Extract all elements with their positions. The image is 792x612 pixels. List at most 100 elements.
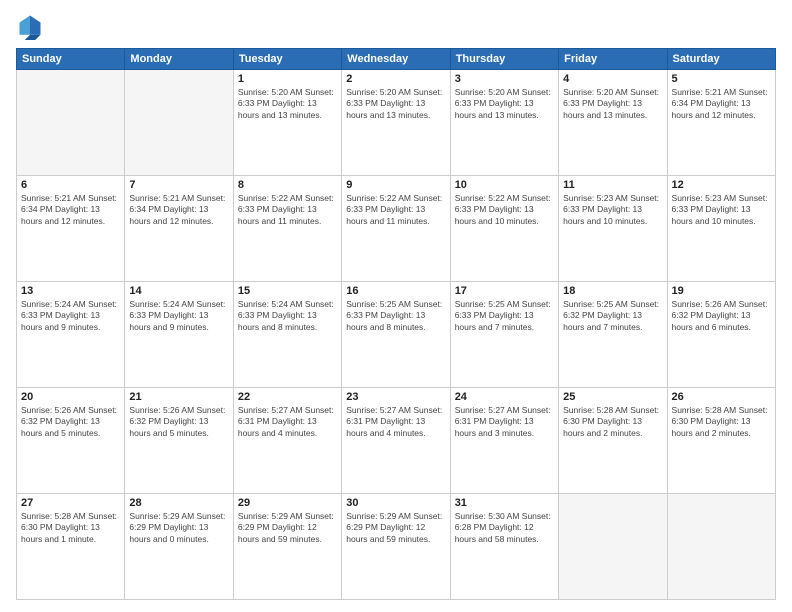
day-detail: Sunrise: 5:28 AM Sunset: 6:30 PM Dayligh… — [21, 511, 120, 545]
calendar-cell — [559, 494, 667, 600]
day-detail: Sunrise: 5:22 AM Sunset: 6:33 PM Dayligh… — [346, 193, 445, 227]
weekday-header: Saturday — [667, 49, 775, 70]
calendar-cell: 3 Sunrise: 5:20 AM Sunset: 6:33 PM Daylig… — [450, 70, 558, 176]
calendar-cell: 19 Sunrise: 5:26 AM Sunset: 6:32 PM Dayli… — [667, 282, 775, 388]
day-number: 4 — [563, 73, 662, 85]
calendar-cell: 12 Sunrise: 5:23 AM Sunset: 6:33 PM Dayli… — [667, 176, 775, 282]
calendar-cell: 11 Sunrise: 5:23 AM Sunset: 6:33 PM Dayli… — [559, 176, 667, 282]
day-number: 13 — [21, 285, 120, 297]
weekday-header: Sunday — [17, 49, 125, 70]
calendar-cell: 25 Sunrise: 5:28 AM Sunset: 6:30 PM Dayli… — [559, 388, 667, 494]
calendar-cell: 2 Sunrise: 5:20 AM Sunset: 6:33 PM Daylig… — [342, 70, 450, 176]
day-number: 10 — [455, 179, 554, 191]
calendar-cell: 22 Sunrise: 5:27 AM Sunset: 6:31 PM Dayli… — [233, 388, 341, 494]
calendar-cell: 31 Sunrise: 5:30 AM Sunset: 6:28 PM Dayli… — [450, 494, 558, 600]
day-number: 16 — [346, 285, 445, 297]
logo-icon — [16, 12, 44, 40]
day-detail: Sunrise: 5:27 AM Sunset: 6:31 PM Dayligh… — [346, 405, 445, 439]
day-number: 7 — [129, 179, 228, 191]
calendar-cell: 20Sunrise: 5:26 AM Sunset: 6:32 PM Dayli… — [17, 388, 125, 494]
calendar-week-row: 6 Sunrise: 5:21 AM Sunset: 6:34 PM Daylig… — [17, 176, 776, 282]
day-detail: Sunrise: 5:30 AM Sunset: 6:28 PM Dayligh… — [455, 511, 554, 545]
day-number: 20 — [21, 391, 120, 403]
weekday-header: Friday — [559, 49, 667, 70]
calendar-cell: 6 Sunrise: 5:21 AM Sunset: 6:34 PM Daylig… — [17, 176, 125, 282]
day-detail: Sunrise: 5:23 AM Sunset: 6:33 PM Dayligh… — [563, 193, 662, 227]
calendar-table: SundayMondayTuesdayWednesdayThursdayFrid… — [16, 48, 776, 600]
calendar-cell: 17 Sunrise: 5:25 AM Sunset: 6:33 PM Dayli… — [450, 282, 558, 388]
calendar-cell: 1Sunrise: 5:20 AM Sunset: 6:33 PM Daylig… — [233, 70, 341, 176]
day-number: 17 — [455, 285, 554, 297]
calendar-cell: 24Sunrise: 5:27 AM Sunset: 6:31 PM Dayli… — [450, 388, 558, 494]
calendar-week-row: 13 Sunrise: 5:24 AM Sunset: 6:33 PM Dayli… — [17, 282, 776, 388]
calendar-week-row: 20Sunrise: 5:26 AM Sunset: 6:32 PM Dayli… — [17, 388, 776, 494]
day-detail: Sunrise: 5:25 AM Sunset: 6:33 PM Dayligh… — [346, 299, 445, 333]
day-number: 27 — [21, 497, 120, 509]
day-detail: Sunrise: 5:24 AM Sunset: 6:33 PM Dayligh… — [129, 299, 228, 333]
calendar-cell: 26 Sunrise: 5:28 AM Sunset: 6:30 PM Dayli… — [667, 388, 775, 494]
day-detail: Sunrise: 5:21 AM Sunset: 6:34 PM Dayligh… — [21, 193, 120, 227]
day-number: 14 — [129, 285, 228, 297]
calendar-cell: 27 Sunrise: 5:28 AM Sunset: 6:30 PM Dayli… — [17, 494, 125, 600]
calendar-cell: 29 Sunrise: 5:29 AM Sunset: 6:29 PM Dayli… — [233, 494, 341, 600]
calendar-cell: 4 Sunrise: 5:20 AM Sunset: 6:33 PM Daylig… — [559, 70, 667, 176]
day-detail: Sunrise: 5:24 AM Sunset: 6:33 PM Dayligh… — [21, 299, 120, 333]
day-number: 23 — [346, 391, 445, 403]
day-number: 18 — [563, 285, 662, 297]
calendar-cell: 16 Sunrise: 5:25 AM Sunset: 6:33 PM Dayli… — [342, 282, 450, 388]
day-number: 11 — [563, 179, 662, 191]
day-number: 12 — [672, 179, 771, 191]
day-detail: Sunrise: 5:23 AM Sunset: 6:33 PM Dayligh… — [672, 193, 771, 227]
calendar-cell: 18 Sunrise: 5:25 AM Sunset: 6:32 PM Dayli… — [559, 282, 667, 388]
day-detail: Sunrise: 5:29 AM Sunset: 6:29 PM Dayligh… — [238, 511, 337, 545]
calendar-cell: 14 Sunrise: 5:24 AM Sunset: 6:33 PM Dayli… — [125, 282, 233, 388]
calendar-cell — [125, 70, 233, 176]
calendar-header-row: SundayMondayTuesdayWednesdayThursdayFrid… — [17, 49, 776, 70]
day-detail: Sunrise: 5:22 AM Sunset: 6:33 PM Dayligh… — [238, 193, 337, 227]
day-detail: Sunrise: 5:25 AM Sunset: 6:33 PM Dayligh… — [455, 299, 554, 333]
calendar-cell: 23 Sunrise: 5:27 AM Sunset: 6:31 PM Dayli… — [342, 388, 450, 494]
calendar-cell — [17, 70, 125, 176]
day-number: 3 — [455, 73, 554, 85]
day-number: 6 — [21, 179, 120, 191]
day-number: 8 — [238, 179, 337, 191]
day-detail: Sunrise: 5:21 AM Sunset: 6:34 PM Dayligh… — [672, 87, 771, 121]
calendar-cell: 13 Sunrise: 5:24 AM Sunset: 6:33 PM Dayli… — [17, 282, 125, 388]
day-number: 31 — [455, 497, 554, 509]
day-number: 2 — [346, 73, 445, 85]
day-number: 19 — [672, 285, 771, 297]
calendar-cell — [667, 494, 775, 600]
weekday-header: Wednesday — [342, 49, 450, 70]
day-detail: Sunrise: 5:20 AM Sunset: 6:33 PM Dayligh… — [563, 87, 662, 121]
day-detail: Sunrise: 5:21 AM Sunset: 6:34 PM Dayligh… — [129, 193, 228, 227]
weekday-header: Monday — [125, 49, 233, 70]
calendar-cell: 5 Sunrise: 5:21 AM Sunset: 6:34 PM Daylig… — [667, 70, 775, 176]
day-detail: Sunrise: 5:24 AM Sunset: 6:33 PM Dayligh… — [238, 299, 337, 333]
day-detail: Sunrise: 5:29 AM Sunset: 6:29 PM Dayligh… — [346, 511, 445, 545]
logo — [16, 12, 48, 40]
day-number: 25 — [563, 391, 662, 403]
day-detail: Sunrise: 5:27 AM Sunset: 6:31 PM Dayligh… — [455, 405, 554, 439]
day-detail: Sunrise: 5:28 AM Sunset: 6:30 PM Dayligh… — [563, 405, 662, 439]
day-number: 9 — [346, 179, 445, 191]
header — [16, 12, 776, 40]
day-detail: Sunrise: 5:25 AM Sunset: 6:32 PM Dayligh… — [563, 299, 662, 333]
day-detail: Sunrise: 5:27 AM Sunset: 6:31 PM Dayligh… — [238, 405, 337, 439]
calendar-cell: 7 Sunrise: 5:21 AM Sunset: 6:34 PM Daylig… — [125, 176, 233, 282]
day-number: 30 — [346, 497, 445, 509]
day-detail: Sunrise: 5:22 AM Sunset: 6:33 PM Dayligh… — [455, 193, 554, 227]
day-detail: Sunrise: 5:20 AM Sunset: 6:33 PM Dayligh… — [455, 87, 554, 121]
calendar-cell: 10 Sunrise: 5:22 AM Sunset: 6:33 PM Dayli… — [450, 176, 558, 282]
day-number: 22 — [238, 391, 337, 403]
weekday-header: Thursday — [450, 49, 558, 70]
page: SundayMondayTuesdayWednesdayThursdayFrid… — [0, 0, 792, 612]
day-detail: Sunrise: 5:20 AM Sunset: 6:33 PM Dayligh… — [346, 87, 445, 121]
day-number: 21 — [129, 391, 228, 403]
day-number: 5 — [672, 73, 771, 85]
day-detail: Sunrise: 5:26 AM Sunset: 6:32 PM Dayligh… — [672, 299, 771, 333]
day-number: 26 — [672, 391, 771, 403]
day-number: 29 — [238, 497, 337, 509]
calendar-cell: 21Sunrise: 5:26 AM Sunset: 6:32 PM Dayli… — [125, 388, 233, 494]
calendar-cell: 8 Sunrise: 5:22 AM Sunset: 6:33 PM Daylig… — [233, 176, 341, 282]
day-detail: Sunrise: 5:28 AM Sunset: 6:30 PM Dayligh… — [672, 405, 771, 439]
